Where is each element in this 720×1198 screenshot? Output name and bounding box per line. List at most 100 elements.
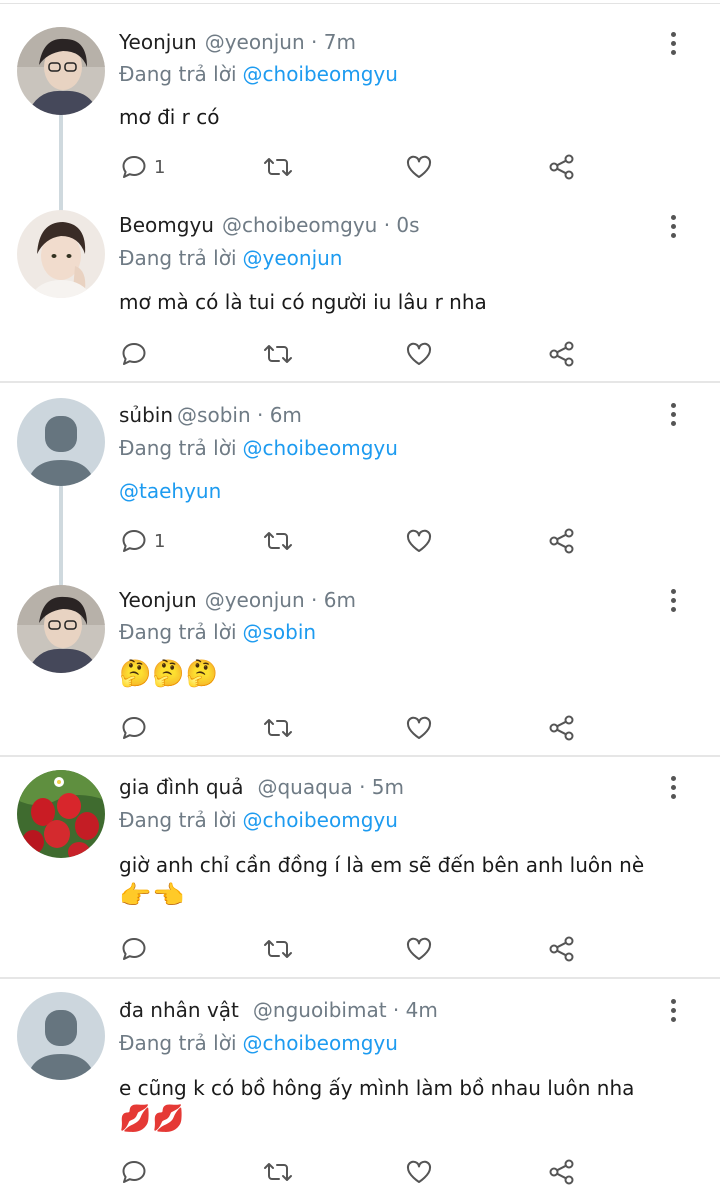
reply-count: 1 xyxy=(154,530,166,552)
default-avatar[interactable] xyxy=(17,992,105,1080)
tweet-emoji: 🤔🤔🤔 xyxy=(119,659,220,689)
retweet-icon xyxy=(264,532,292,550)
author-line: gia đình quả @quaqua · 5m xyxy=(119,775,404,799)
share-icon xyxy=(549,1159,574,1185)
retweet-button[interactable] xyxy=(262,339,294,369)
tweet-emoji: 💋💋 xyxy=(119,1104,186,1134)
replying-to: Đang trả lời @sobin xyxy=(119,620,316,644)
heart-icon xyxy=(406,716,432,739)
replying-to: Đang trả lời @choibeomgyu xyxy=(119,436,398,460)
tweet-text: e cũng k có bồ hông ấy mình làm bồ nhau … xyxy=(119,1076,635,1100)
share-button[interactable] xyxy=(548,152,576,182)
tweet-actions xyxy=(0,339,720,369)
tweet-actions xyxy=(0,934,720,964)
author-name[interactable]: Yeonjun xyxy=(119,30,197,54)
author-name[interactable]: đa nhân vật xyxy=(119,998,239,1022)
avatar[interactable] xyxy=(17,770,105,858)
reply-button[interactable] xyxy=(120,1157,154,1187)
author-line: Beomgyu @choibeomgyu · 0s xyxy=(119,213,420,237)
mention-link[interactable]: @sobin xyxy=(243,620,317,644)
retweet-button[interactable] xyxy=(262,713,294,743)
reply-tweet[interactable]: Yeonjun @yeonjun · 7m Đang trả lời @choibe… xyxy=(0,0,720,190)
avatar[interactable] xyxy=(17,27,105,115)
tweet-text: mơ đi r có xyxy=(119,105,220,129)
avatar[interactable] xyxy=(17,585,105,673)
reply-button[interactable] xyxy=(120,934,154,964)
more-options-icon[interactable] xyxy=(665,401,683,429)
heart-icon xyxy=(406,342,432,365)
comment-icon xyxy=(122,343,146,365)
comment-icon xyxy=(122,938,146,960)
heart-icon xyxy=(406,529,432,552)
reply-button[interactable] xyxy=(120,713,154,743)
more-options-icon[interactable] xyxy=(665,997,683,1025)
heart-icon xyxy=(406,937,432,960)
tweet-text: mơ mà có là tui có người iu lâu r nha xyxy=(119,290,487,314)
retweet-icon xyxy=(264,158,292,176)
tweet-actions: 1 xyxy=(0,526,720,556)
like-button[interactable] xyxy=(405,526,433,556)
more-options-icon[interactable] xyxy=(665,213,683,241)
replying-to-label: Đang trả lời xyxy=(119,246,237,270)
retweet-button[interactable] xyxy=(262,934,294,964)
replying-to-label: Đang trả lời xyxy=(119,1031,237,1055)
share-icon xyxy=(549,936,574,962)
like-button[interactable] xyxy=(405,1157,433,1187)
comment-icon xyxy=(122,1161,146,1183)
reply-button[interactable]: 1 xyxy=(120,526,165,556)
reply-tweet[interactable]: Yeonjun @yeonjun · 6m Đang trả lời @sobin … xyxy=(0,573,720,755)
mention-link[interactable]: @choibeomgyu xyxy=(243,436,398,460)
author-name[interactable]: Beomgyu xyxy=(119,213,214,237)
retweet-button[interactable] xyxy=(262,152,294,182)
retweet-icon xyxy=(264,940,292,958)
share-icon xyxy=(549,528,574,554)
author-name[interactable]: gia đình quả xyxy=(119,775,243,799)
share-button[interactable] xyxy=(548,1157,576,1187)
replying-to: Đang trả lời @yeonjun xyxy=(119,246,342,270)
reply-button[interactable] xyxy=(120,339,154,369)
replying-to-label: Đang trả lời xyxy=(119,62,237,86)
reply-tweet[interactable]: sủbin @sobin · 6m Đang trả lời @choibeomgy… xyxy=(0,383,720,573)
reply-button[interactable]: 1 xyxy=(120,152,165,182)
more-options-icon[interactable] xyxy=(665,30,683,58)
retweet-button[interactable] xyxy=(262,1157,294,1187)
tweet-text: giờ anh chỉ cần đồng í là em sẽ đến bên … xyxy=(119,853,645,877)
heart-icon xyxy=(406,1160,432,1183)
like-button[interactable] xyxy=(405,152,433,182)
mention-link[interactable]: @yeonjun xyxy=(243,246,343,270)
reply-tweet[interactable]: gia đình quả @quaqua · 5m Đang trả lời @ch… xyxy=(0,757,720,977)
share-button[interactable] xyxy=(548,934,576,964)
tweet-actions xyxy=(0,713,720,743)
like-button[interactable] xyxy=(405,713,433,743)
comment-icon xyxy=(122,530,146,552)
replying-to: Đang trả lời @choibeomgyu xyxy=(119,62,398,86)
tweet-actions: 1 xyxy=(0,152,720,182)
default-avatar[interactable] xyxy=(17,398,105,486)
retweet-button[interactable] xyxy=(262,526,294,556)
replying-to-label: Đang trả lời xyxy=(119,808,237,832)
author-name[interactable]: sủbin xyxy=(119,403,173,427)
replying-to-label: Đang trả lời xyxy=(119,436,237,460)
author-name[interactable]: Yeonjun xyxy=(119,588,197,612)
mention-link[interactable]: @choibeomgyu xyxy=(243,808,398,832)
tweet-text-mention[interactable]: @taehyun xyxy=(119,479,221,503)
avatar[interactable] xyxy=(17,210,105,298)
mention-link[interactable]: @choibeomgyu xyxy=(243,1031,398,1055)
like-button[interactable] xyxy=(405,934,433,964)
more-options-icon[interactable] xyxy=(665,587,683,615)
reply-count: 1 xyxy=(154,156,166,178)
retweet-icon xyxy=(264,719,292,737)
retweet-icon xyxy=(264,1163,292,1181)
comment-icon xyxy=(122,156,146,178)
author-line: Yeonjun @yeonjun · 6m xyxy=(119,588,356,612)
reply-tweet[interactable]: Beomgyu @choibeomgyu · 0s Đang trả lời @ye… xyxy=(0,190,720,380)
author-handle: @yeonjun · 6m xyxy=(204,588,356,612)
like-button[interactable] xyxy=(405,339,433,369)
reply-tweet[interactable]: đa nhân vật @nguoibimat · 4m Đang trả lời… xyxy=(0,979,720,1198)
share-button[interactable] xyxy=(548,713,576,743)
share-button[interactable] xyxy=(548,526,576,556)
share-button[interactable] xyxy=(548,339,576,369)
author-handle: @sobin · 6m xyxy=(177,403,302,427)
mention-link[interactable]: @choibeomgyu xyxy=(243,62,398,86)
more-options-icon[interactable] xyxy=(665,774,683,802)
